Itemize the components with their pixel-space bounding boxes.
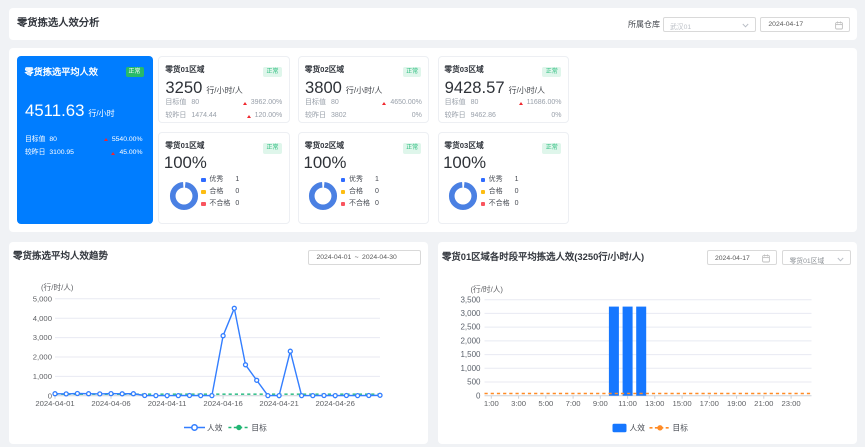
svg-text:1:00: 1:00 — [484, 399, 499, 408]
svg-text:(行/时/人): (行/时/人) — [471, 284, 504, 294]
svg-text:2,000: 2,000 — [460, 337, 481, 346]
svg-text:3,500: 3,500 — [460, 295, 481, 304]
svg-text:5,000: 5,000 — [33, 294, 52, 303]
svg-text:21:00: 21:00 — [754, 399, 773, 408]
svg-text:2024-04-21: 2024-04-21 — [259, 399, 298, 408]
svg-text:(行/时/人): (行/时/人) — [41, 282, 74, 292]
svg-text:5:00: 5:00 — [538, 399, 553, 408]
svg-text:1,000: 1,000 — [460, 364, 481, 373]
svg-text:3,000: 3,000 — [33, 333, 52, 342]
svg-text:17:00: 17:00 — [700, 399, 719, 408]
svg-text:3:00: 3:00 — [511, 399, 526, 408]
svg-text:人效: 人效 — [207, 422, 223, 432]
svg-text:2024-04-16: 2024-04-16 — [203, 399, 242, 408]
svg-text:1,000: 1,000 — [33, 372, 52, 381]
svg-text:13:00: 13:00 — [645, 399, 664, 408]
svg-text:2024-04-01: 2024-04-01 — [35, 399, 74, 408]
svg-text:11:00: 11:00 — [618, 399, 637, 408]
svg-text:500: 500 — [467, 378, 481, 387]
svg-text:2,000: 2,000 — [33, 353, 52, 362]
svg-text:2024-04-11: 2024-04-11 — [148, 399, 187, 408]
svg-text:9:00: 9:00 — [593, 399, 608, 408]
svg-text:3,000: 3,000 — [460, 309, 481, 318]
svg-text:4,000: 4,000 — [33, 314, 52, 323]
svg-text:2,500: 2,500 — [460, 323, 481, 332]
svg-text:0: 0 — [476, 391, 481, 400]
svg-text:1,500: 1,500 — [460, 350, 481, 359]
svg-text:人效: 人效 — [630, 422, 646, 432]
svg-text:19:00: 19:00 — [727, 399, 746, 408]
svg-text:目标: 目标 — [673, 422, 689, 432]
svg-text:7:00: 7:00 — [566, 399, 581, 408]
svg-text:15:00: 15:00 — [672, 399, 691, 408]
svg-text:目标: 目标 — [251, 422, 267, 432]
svg-text:2024-04-26: 2024-04-26 — [316, 399, 355, 408]
svg-text:23:00: 23:00 — [781, 399, 800, 408]
svg-text:2024-04-06: 2024-04-06 — [91, 399, 130, 408]
